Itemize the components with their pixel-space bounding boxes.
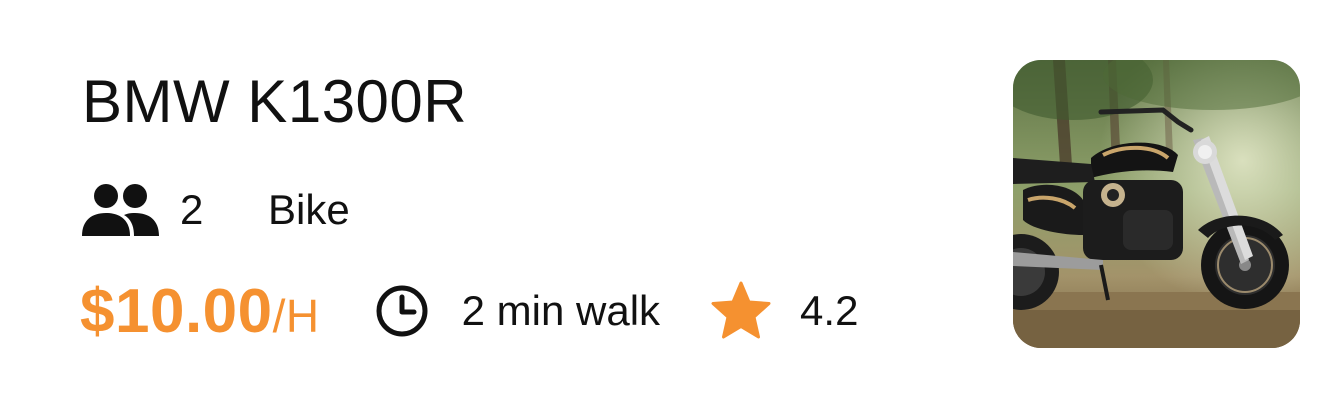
clock-icon <box>376 285 428 337</box>
listing-info-row: $10.00/H 2 min walk 4.2 <box>80 276 858 346</box>
capacity-count: 2 <box>180 186 204 233</box>
vehicle-type: Bike <box>268 186 350 233</box>
walk-time: 2 min walk <box>461 287 661 334</box>
listing-title: BMW K1300R <box>82 68 468 135</box>
listing-meta-row: 2 Bike <box>80 180 350 240</box>
price: $10.00/H <box>80 276 320 347</box>
motorcycle-photo <box>1013 60 1300 348</box>
people-icon <box>82 184 159 236</box>
listing-card[interactable]: BMW K1300R 2 Bike $10.00/H 2 min walk 4.… <box>0 0 1340 408</box>
star-icon <box>711 281 771 339</box>
rating-value: 4.2 <box>800 287 859 334</box>
price-amount: $10.00 <box>80 276 273 346</box>
price-unit: /H <box>272 289 320 342</box>
